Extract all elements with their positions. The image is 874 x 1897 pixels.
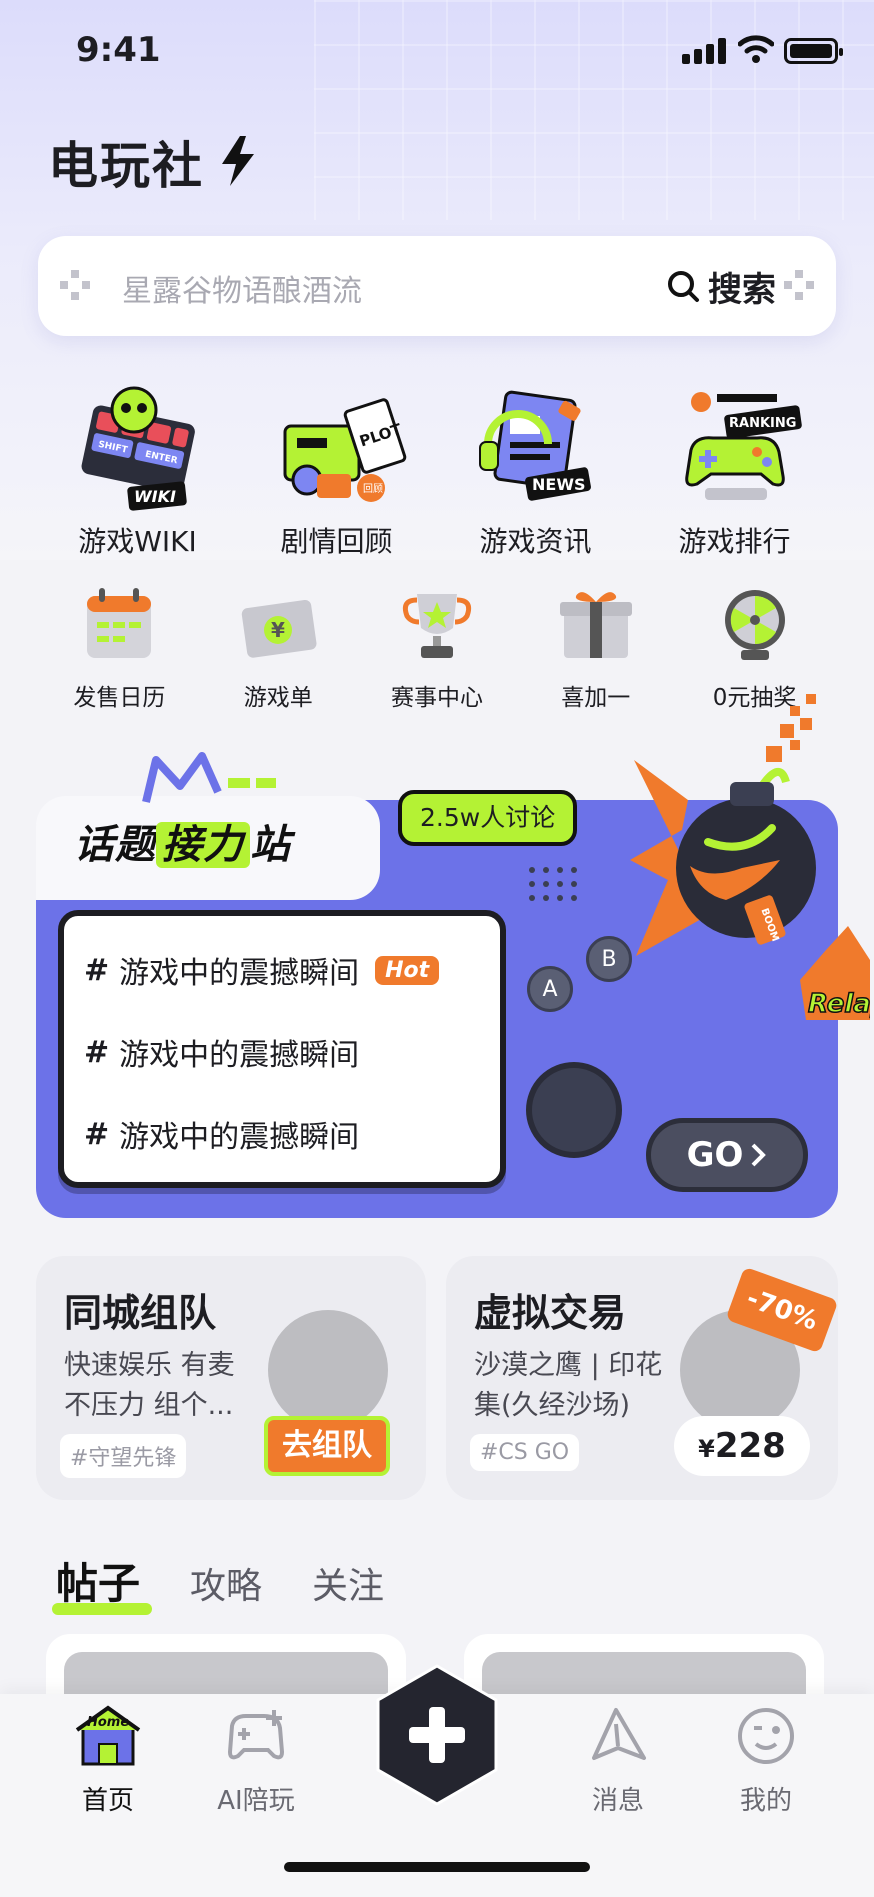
topic-item[interactable]: # 游戏中的震撼瞬间: [84, 1112, 359, 1156]
search-icon: [668, 271, 699, 302]
topic-text: 游戏中的震撼瞬间: [119, 956, 360, 991]
gift-icon: [554, 584, 638, 664]
tab-messages[interactable]: 消息: [548, 1704, 688, 1817]
status-time: 9:41: [76, 30, 161, 70]
hash-icon: #: [84, 1116, 110, 1152]
b-button[interactable]: B: [586, 936, 632, 982]
news-icon: NEWS: [466, 380, 606, 512]
feature-plot-review[interactable]: PLOT 回顾 剧情回顾: [237, 380, 436, 560]
joystick[interactable]: [526, 1062, 622, 1158]
ranking-icon: RANKING: [665, 380, 805, 512]
feed-tabs: 帖子 攻略 关注: [51, 1550, 384, 1615]
feature-esports-center[interactable]: 赛事中心: [358, 584, 517, 712]
feature-label: 游戏资讯: [479, 525, 592, 558]
wiki-icon: SHIFT ENTER WIKI: [68, 380, 208, 512]
tab-posts[interactable]: 帖子: [51, 1550, 153, 1615]
card-title: 虚拟交易: [474, 1291, 627, 1335]
tab-label: 我的: [739, 1786, 792, 1816]
hash-icon: #: [84, 952, 110, 988]
profile-face-icon: [696, 1704, 836, 1768]
home-indicator: [284, 1862, 590, 1872]
message-icon: [548, 1704, 688, 1768]
topic-item[interactable]: # 游戏中的震撼瞬间: [84, 1030, 359, 1074]
hash-icon: #: [84, 1034, 110, 1070]
feature-label: 游戏单: [243, 685, 313, 711]
create-post-button[interactable]: [372, 1662, 502, 1808]
team-up-card[interactable]: 同城组队 快速娱乐 有麦不压力 组个... #守望先锋 去组队: [36, 1256, 426, 1500]
calendar-icon: [77, 584, 161, 664]
tab-label: 消息: [591, 1786, 644, 1816]
search-input[interactable]: 星露谷物语酿酒流: [122, 266, 362, 310]
wifi-icon: [738, 35, 774, 63]
feature-game-news[interactable]: NEWS 游戏资讯: [436, 380, 635, 560]
currency-symbol: ¥: [698, 1435, 715, 1463]
virtual-trade-card[interactable]: 虚拟交易 沙漠之鹰 | 印花集(久经沙场) #CS GO -70% ¥228: [446, 1256, 839, 1500]
feature-game-list[interactable]: ¥ 游戏单: [199, 584, 358, 712]
topic-text: 游戏中的震撼瞬间: [119, 1120, 360, 1155]
svg-text:Relay: Relay: [808, 989, 870, 1019]
sparkle-icon: [784, 270, 814, 300]
card-description: 沙漠之鹰 | 印花集(久经沙场): [474, 1350, 663, 1421]
gamepad-plus-icon: [186, 1704, 326, 1768]
tab-label: 首页: [81, 1786, 134, 1816]
go-team-up-button[interactable]: 去组队: [264, 1416, 390, 1476]
svg-text:¥: ¥: [271, 618, 285, 642]
go-label: GO: [686, 1135, 744, 1175]
feature-label: 游戏排行: [678, 525, 791, 558]
chevron-right-icon: [751, 1143, 767, 1167]
feature-label: 游戏WIKI: [78, 525, 197, 558]
tab-following[interactable]: 关注: [312, 1557, 384, 1609]
svg-text:NEWS: NEWS: [532, 475, 586, 494]
tab-home[interactable]: Home 首页: [38, 1704, 178, 1817]
svg-text:Home: Home: [87, 1715, 129, 1730]
lottery-wheel-icon: [713, 584, 797, 664]
plot-icon: PLOT 回顾: [267, 380, 407, 512]
trophy-icon: [395, 584, 479, 664]
speaker-dots-icon: [529, 867, 577, 901]
topic-item[interactable]: # 游戏中的震撼瞬间 Hot: [84, 948, 440, 992]
search-button[interactable]: 搜索: [666, 260, 776, 312]
svg-text:WIKI: WIKI: [134, 487, 176, 506]
feature-label: 剧情回顾: [280, 525, 393, 558]
tab-label: AI陪玩: [217, 1786, 295, 1816]
sparkle-icon: [60, 270, 90, 300]
topic-relay-title: 话题 接力站: [74, 822, 291, 868]
go-button[interactable]: GO: [646, 1118, 808, 1192]
feature-label: 赛事中心: [390, 685, 483, 711]
price-tag: ¥228: [674, 1416, 810, 1476]
tab-ai-companion[interactable]: AI陪玩: [186, 1704, 326, 1817]
game-tag[interactable]: #守望先锋: [60, 1434, 187, 1478]
main-feature-grid: SHIFT ENTER WIKI 游戏WIKI PLOT 回顾 剧情回顾 NEW…: [38, 380, 836, 560]
feature-game-wiki[interactable]: SHIFT ENTER WIKI 游戏WIKI: [38, 380, 237, 560]
a-button[interactable]: A: [527, 966, 573, 1012]
tab-profile[interactable]: 我的: [696, 1704, 836, 1817]
search-button-label: 搜索: [708, 269, 776, 310]
topic-list: # 游戏中的震撼瞬间 Hot # 游戏中的震撼瞬间 # 游戏中的震撼瞬间: [58, 910, 506, 1188]
signal-icon: [682, 38, 726, 64]
price-value: 228: [714, 1426, 786, 1466]
bolt-icon: [222, 136, 254, 186]
bomb-icon: BOOM Relay: [630, 694, 870, 1020]
feature-label: 发售日历: [73, 685, 166, 711]
card-title: 同城组队: [64, 1291, 217, 1335]
discussion-count-badge: 2.5w人讨论: [398, 790, 578, 846]
app-title: 电玩社: [48, 137, 204, 195]
battery-icon: [784, 38, 843, 64]
feature-game-ranking[interactable]: RANKING 游戏排行: [635, 380, 834, 560]
game-tag[interactable]: #CS GO: [470, 1434, 580, 1471]
search-bar[interactable]: 星露谷物语酿酒流 搜索: [38, 236, 836, 336]
card-image: [268, 1310, 388, 1430]
status-bar: 9:41: [0, 0, 874, 100]
ticket-icon: ¥: [236, 584, 320, 664]
topic-text: 游戏中的震撼瞬间: [119, 1038, 360, 1073]
card-description: 快速娱乐 有麦不压力 组个...: [64, 1350, 235, 1421]
tab-guides[interactable]: 攻略: [190, 1557, 262, 1609]
home-icon: Home: [38, 1704, 178, 1768]
hot-badge: Hot: [375, 955, 440, 985]
feature-release-calendar[interactable]: 发售日历: [40, 584, 199, 712]
svg-text:RANKING: RANKING: [729, 416, 796, 431]
svg-text:回顾: 回顾: [363, 483, 383, 495]
crown-deco-icon: [142, 752, 276, 803]
